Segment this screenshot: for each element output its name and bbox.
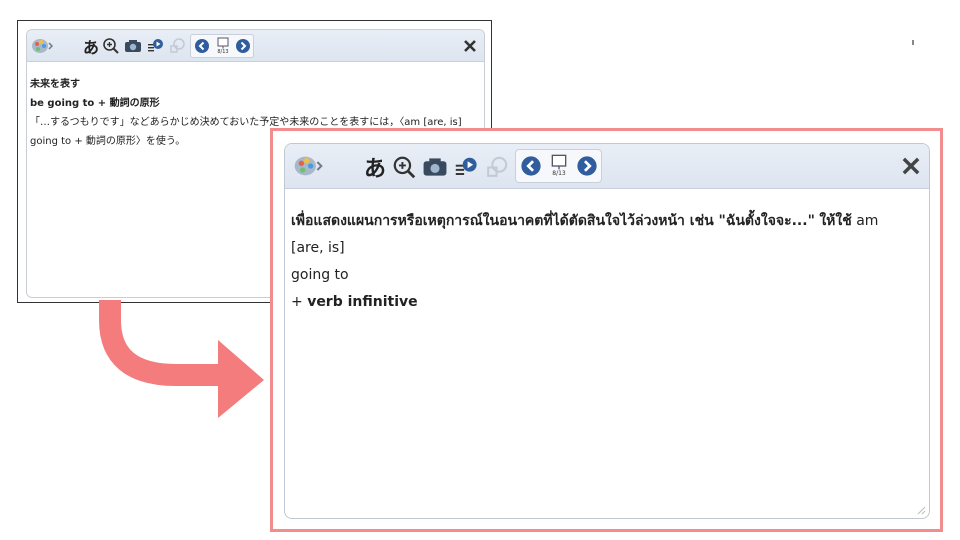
camera-icon[interactable] (422, 155, 448, 179)
going-to-line: going to (291, 267, 349, 283)
palette-icon[interactable] (30, 36, 54, 56)
toolbar: あ 8/13 (285, 144, 929, 189)
audio-play-icon[interactable] (146, 36, 164, 56)
japanese-char-icon[interactable]: あ (362, 152, 388, 182)
close-icon[interactable] (460, 36, 480, 56)
next-page-icon[interactable] (234, 37, 252, 55)
verb-infinitive: verb infinitive (307, 294, 418, 310)
zoom-in-icon[interactable] (102, 36, 120, 56)
translated-line-1: เพื่อแสดงแผนการหรือเหตุการณ์ในอนาคตที่ได… (291, 208, 909, 262)
verb-infinitive-line: + verb infinitive (291, 289, 909, 316)
plus-sign: + (291, 294, 303, 310)
page-indicator-text: 8/13 (217, 49, 229, 55)
resize-grip-icon[interactable] (916, 505, 926, 515)
thai-description: เพื่อแสดงแผนการหรือเหตุการณ์ในอนาคตที่ได… (291, 213, 815, 229)
palette-icon[interactable] (291, 153, 325, 179)
arrow-icon (99, 300, 264, 418)
close-icon[interactable] (899, 154, 923, 178)
zoom-in-icon[interactable] (391, 153, 417, 181)
toolbar: あ 8/13 (27, 30, 484, 62)
page-indicator-text: 8/13 (552, 170, 566, 177)
grammar-pattern: be going to + 動詞の原形 (30, 98, 160, 109)
prev-page-icon[interactable] (193, 37, 211, 55)
copy-icon[interactable] (483, 153, 509, 181)
audio-play-icon[interactable] (452, 153, 478, 181)
use-word: ให้ใช้ (819, 213, 852, 229)
next-page-icon[interactable] (575, 154, 599, 178)
translated-viewer-panel: あ 8/13 เพื่อแสดงแผนการหรือเหตุการณ์ในอนา… (284, 143, 930, 519)
prev-page-icon[interactable] (519, 154, 543, 178)
copy-icon[interactable] (168, 36, 186, 56)
page-indicator-icon: 8/13 (546, 150, 572, 182)
japanese-char-icon[interactable]: あ (82, 35, 100, 57)
page-indicator-icon: 8/13 (213, 35, 233, 57)
translated-text-content: เพื่อแสดงแผนการหรือเหตุการณ์ในอนาคตที่ได… (291, 208, 909, 316)
camera-icon[interactable] (124, 37, 142, 55)
stray-mark (912, 40, 914, 45)
section-title: 未来を表す (30, 79, 80, 90)
translated-viewer-window: あ 8/13 เพื่อแสดงแผนการหรือเหตุการณ์ในอนา… (270, 128, 943, 532)
